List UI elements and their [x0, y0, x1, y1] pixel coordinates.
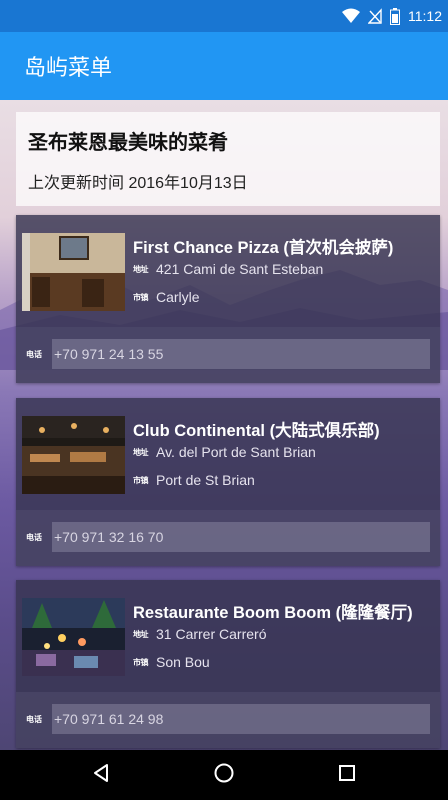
navigation-bar	[0, 750, 448, 800]
address-text: Av. del Port de Sant Brian	[156, 444, 316, 460]
address-tag: 地址	[133, 629, 149, 639]
restaurant-name: Club Continental (大陆式俱乐部)	[133, 422, 380, 440]
restaurant-card[interactable]: First Chance Pizza (首次机会披萨) 地址 421 Cami …	[16, 215, 440, 383]
city-tag: 市镇	[133, 657, 149, 667]
city-tag: 市镇	[133, 475, 149, 485]
restaurant-photo	[22, 416, 125, 494]
phone-field[interactable]: +70 971 32 16 70	[52, 522, 430, 552]
last-updated-text: 上次更新时间 2016年10月13日	[28, 175, 248, 192]
battery-icon	[390, 7, 400, 25]
status-bar: 11:12	[0, 0, 448, 32]
phone-row: 电话 +70 971 32 16 70	[16, 510, 440, 566]
phone-row: 电话 +70 971 61 24 98	[16, 692, 440, 748]
content-area[interactable]: 圣布莱恩最美味的菜肴 上次更新时间 2016年10月13日 First Chan…	[0, 100, 448, 750]
phone-field[interactable]: +70 971 61 24 98	[52, 704, 430, 734]
address-text: 31 Carrer Carreró	[156, 626, 267, 642]
restaurant-info[interactable]: First Chance Pizza (首次机会披萨) 地址 421 Cami …	[16, 215, 440, 327]
wifi-icon	[342, 8, 360, 24]
back-icon[interactable]	[91, 763, 111, 788]
no-signal-icon	[368, 8, 382, 24]
home-icon[interactable]	[213, 762, 235, 789]
address-row: 地址 31 Carrer Carreró	[133, 626, 266, 642]
address-row: 地址 421 Cami de Sant Esteban	[133, 261, 323, 277]
address-tag: 地址	[133, 264, 149, 274]
restaurant-info[interactable]: Restaurante Boom Boom (隆隆餐厅) 地址 31 Carre…	[16, 580, 440, 692]
city-text: Son Bou	[156, 654, 210, 670]
restaurant-photo	[22, 598, 125, 676]
app-title: 岛屿菜单	[24, 55, 113, 80]
recents-icon[interactable]	[337, 763, 357, 788]
city-row: 市镇 Port de St Brian	[133, 472, 255, 488]
restaurant-card[interactable]: Restaurante Boom Boom (隆隆餐厅) 地址 31 Carre…	[16, 580, 440, 748]
phone-row: 电话 +70 971 24 13 55	[16, 327, 440, 383]
app-bar: 岛屿菜单	[0, 32, 448, 100]
status-time: 11:12	[408, 8, 442, 24]
phone-field[interactable]: +70 971 24 13 55	[52, 339, 430, 369]
phone-tag: 电话	[26, 715, 42, 724]
city-tag: 市镇	[133, 292, 149, 302]
restaurant-card[interactable]: Club Continental (大陆式俱乐部) 地址 Av. del Por…	[16, 398, 440, 566]
address-row: 地址 Av. del Port de Sant Brian	[133, 444, 316, 460]
restaurant-name: First Chance Pizza (首次机会披萨)	[133, 239, 394, 257]
restaurant-name: Restaurante Boom Boom (隆隆餐厅)	[133, 604, 413, 622]
address-tag: 地址	[133, 447, 149, 457]
city-row: 市镇 Carlyle	[133, 289, 200, 305]
restaurant-info[interactable]: Club Continental (大陆式俱乐部) 地址 Av. del Por…	[16, 398, 440, 510]
city-text: Carlyle	[156, 289, 200, 305]
address-text: 421 Cami de Sant Esteban	[156, 261, 324, 277]
city-row: 市镇 Son Bou	[133, 654, 210, 670]
city-text: Port de St Brian	[156, 472, 255, 488]
phone-tag: 电话	[26, 533, 42, 542]
phone-tag: 电话	[26, 350, 42, 359]
restaurant-photo	[22, 233, 125, 311]
header-title: 圣布莱恩最美味的菜肴	[28, 132, 228, 154]
header-card: 圣布莱恩最美味的菜肴 上次更新时间 2016年10月13日	[16, 112, 440, 206]
